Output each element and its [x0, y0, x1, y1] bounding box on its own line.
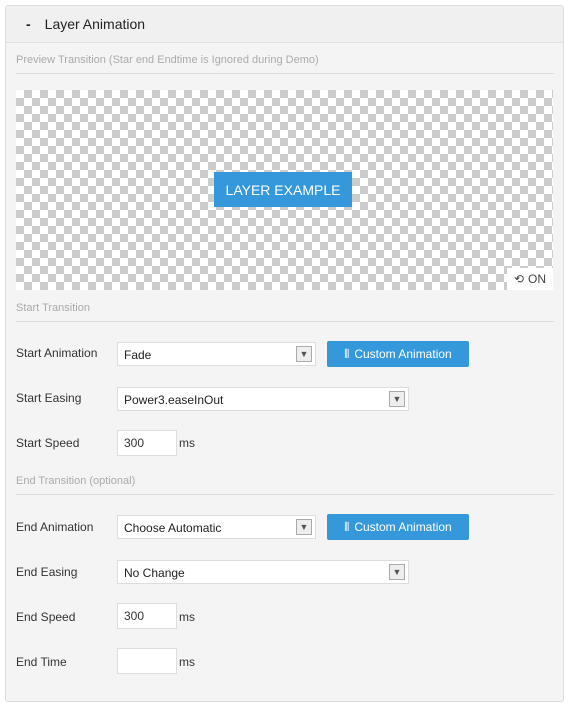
selected-value: No Change: [124, 566, 185, 580]
preview-toggle[interactable]: ⟲ ON: [507, 268, 553, 290]
start-speed-input[interactable]: 300: [117, 430, 177, 456]
panel-header[interactable]: - Layer Animation: [6, 6, 563, 43]
preview-section-label: Preview Transition (Star end Endtime is …: [16, 54, 554, 74]
end-time-input[interactable]: [117, 648, 177, 674]
button-label: Custom Animation: [354, 347, 452, 361]
button-label: Custom Animation: [354, 520, 452, 534]
end-section-label: End Transition (optional): [16, 475, 554, 495]
selected-value: Choose Automatic: [124, 521, 222, 535]
layer-animation-panel: - Layer Animation Preview Transition (Sta…: [5, 5, 564, 702]
sliders-icon: ⫴: [344, 519, 350, 534]
start-animation-label: Start Animation: [16, 346, 98, 360]
chevron-down-icon: ▼: [389, 391, 405, 407]
collapse-toggle[interactable]: -: [26, 16, 31, 32]
sliders-icon: ⫴: [344, 346, 350, 361]
end-speed-unit: ms: [179, 610, 195, 624]
panel-title: Layer Animation: [44, 16, 146, 32]
start-easing-select[interactable]: Power3.easeInOut ▼: [117, 387, 409, 411]
start-speed-label: Start Speed: [16, 436, 80, 450]
start-section-label: Start Transition: [16, 302, 554, 322]
end-animation-label: End Animation: [16, 520, 94, 534]
chevron-down-icon: ▼: [296, 346, 312, 362]
chevron-down-icon: ▼: [389, 564, 405, 580]
refresh-icon: ⟲: [513, 272, 525, 286]
end-animation-select[interactable]: Choose Automatic ▼: [117, 515, 316, 539]
preview-canvas: LAYER EXAMPLE ⟲ ON: [16, 90, 553, 290]
selected-value: Power3.easeInOut: [124, 393, 224, 407]
start-easing-label: Start Easing: [16, 391, 82, 405]
end-easing-label: End Easing: [16, 565, 78, 579]
end-speed-input[interactable]: 300: [117, 603, 177, 629]
chevron-down-icon: ▼: [296, 519, 312, 535]
selected-value: Fade: [124, 348, 152, 362]
toggle-label: ON: [528, 272, 547, 286]
end-speed-label: End Speed: [16, 610, 76, 624]
end-easing-select[interactable]: No Change ▼: [117, 560, 409, 584]
end-time-label: End Time: [16, 655, 67, 669]
start-custom-animation-button[interactable]: ⫴ Custom Animation: [327, 341, 469, 367]
start-animation-select[interactable]: Fade ▼: [117, 342, 316, 366]
end-time-unit: ms: [179, 655, 195, 669]
layer-example[interactable]: LAYER EXAMPLE: [214, 172, 352, 207]
start-speed-unit: ms: [179, 436, 195, 450]
end-custom-animation-button[interactable]: ⫴ Custom Animation: [327, 514, 469, 540]
